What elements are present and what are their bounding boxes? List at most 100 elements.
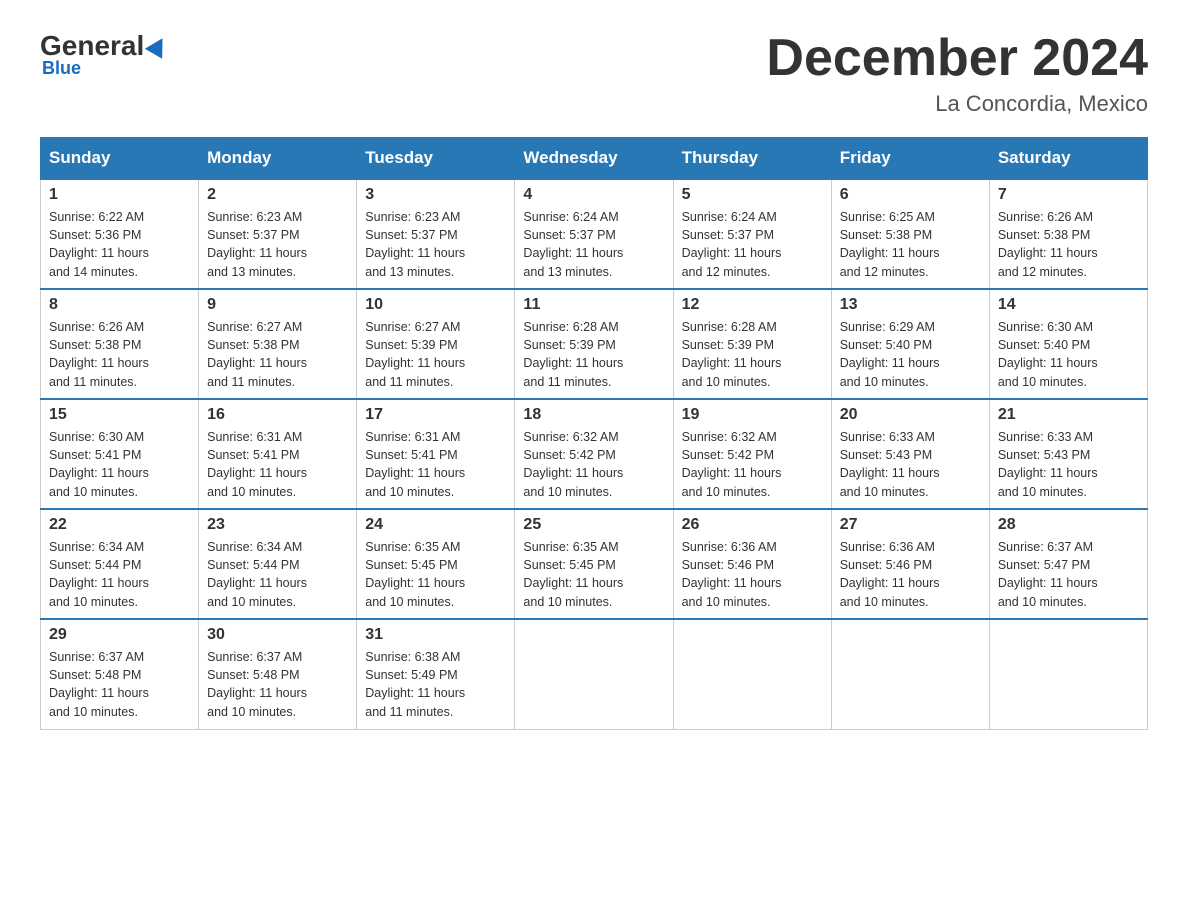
calendar-day-cell: 6 Sunrise: 6:25 AMSunset: 5:38 PMDaylight… [831, 179, 989, 289]
calendar-day-cell: 10 Sunrise: 6:27 AMSunset: 5:39 PMDayligh… [357, 289, 515, 399]
logo-triangle-icon [145, 33, 171, 59]
day-info: Sunrise: 6:32 AMSunset: 5:42 PMDaylight:… [682, 428, 823, 501]
day-info: Sunrise: 6:37 AMSunset: 5:47 PMDaylight:… [998, 538, 1139, 611]
day-info: Sunrise: 6:24 AMSunset: 5:37 PMDaylight:… [523, 208, 664, 281]
day-info: Sunrise: 6:22 AMSunset: 5:36 PMDaylight:… [49, 208, 190, 281]
calendar-header-row: SundayMondayTuesdayWednesdayThursdayFrid… [41, 138, 1148, 180]
day-info: Sunrise: 6:27 AMSunset: 5:38 PMDaylight:… [207, 318, 348, 391]
page-header: General Blue December 2024 La Concordia,… [40, 30, 1148, 117]
calendar-day-cell: 22 Sunrise: 6:34 AMSunset: 5:44 PMDayligh… [41, 509, 199, 619]
col-header-tuesday: Tuesday [357, 138, 515, 180]
day-info: Sunrise: 6:36 AMSunset: 5:46 PMDaylight:… [682, 538, 823, 611]
day-number: 16 [207, 406, 348, 424]
day-number: 24 [365, 516, 506, 534]
calendar-day-cell: 27Sunrise: 6:36 AMSunset: 5:46 PMDayligh… [831, 509, 989, 619]
day-number: 12 [682, 296, 823, 314]
day-info: Sunrise: 6:33 AMSunset: 5:43 PMDaylight:… [998, 428, 1139, 501]
calendar-week-row: 22 Sunrise: 6:34 AMSunset: 5:44 PMDayligh… [41, 509, 1148, 619]
calendar-day-cell: 16 Sunrise: 6:31 AMSunset: 5:41 PMDayligh… [199, 399, 357, 509]
calendar-week-row: 15Sunrise: 6:30 AMSunset: 5:41 PMDayligh… [41, 399, 1148, 509]
col-header-friday: Friday [831, 138, 989, 180]
day-number: 28 [998, 516, 1139, 534]
day-info: Sunrise: 6:25 AMSunset: 5:38 PMDaylight:… [840, 208, 981, 281]
day-number: 19 [682, 406, 823, 424]
day-info: Sunrise: 6:28 AMSunset: 5:39 PMDaylight:… [523, 318, 664, 391]
calendar-day-cell: 7 Sunrise: 6:26 AMSunset: 5:38 PMDaylight… [989, 179, 1147, 289]
day-info: Sunrise: 6:26 AMSunset: 5:38 PMDaylight:… [49, 318, 190, 391]
calendar-subtitle: La Concordia, Mexico [766, 91, 1148, 117]
day-info: Sunrise: 6:36 AMSunset: 5:46 PMDaylight:… [840, 538, 981, 611]
calendar-day-cell: 21 Sunrise: 6:33 AMSunset: 5:43 PMDayligh… [989, 399, 1147, 509]
day-info: Sunrise: 6:34 AMSunset: 5:44 PMDaylight:… [49, 538, 190, 611]
day-info: Sunrise: 6:31 AMSunset: 5:41 PMDaylight:… [365, 428, 506, 501]
calendar-table: SundayMondayTuesdayWednesdayThursdayFrid… [40, 137, 1148, 730]
day-info: Sunrise: 6:23 AMSunset: 5:37 PMDaylight:… [207, 208, 348, 281]
calendar-day-cell: 23 Sunrise: 6:34 AMSunset: 5:44 PMDayligh… [199, 509, 357, 619]
calendar-day-cell: 30Sunrise: 6:37 AMSunset: 5:48 PMDayligh… [199, 619, 357, 729]
day-info: Sunrise: 6:27 AMSunset: 5:39 PMDaylight:… [365, 318, 506, 391]
day-number: 21 [998, 406, 1139, 424]
day-info: Sunrise: 6:23 AMSunset: 5:37 PMDaylight:… [365, 208, 506, 281]
day-info: Sunrise: 6:37 AMSunset: 5:48 PMDaylight:… [207, 648, 348, 721]
day-number: 26 [682, 516, 823, 534]
calendar-day-cell: 28 Sunrise: 6:37 AMSunset: 5:47 PMDayligh… [989, 509, 1147, 619]
day-info: Sunrise: 6:34 AMSunset: 5:44 PMDaylight:… [207, 538, 348, 611]
day-number: 18 [523, 406, 664, 424]
day-number: 23 [207, 516, 348, 534]
day-number: 6 [840, 186, 981, 204]
calendar-day-cell [515, 619, 673, 729]
calendar-day-cell [989, 619, 1147, 729]
calendar-day-cell: 1 Sunrise: 6:22 AMSunset: 5:36 PMDaylight… [41, 179, 199, 289]
day-info: Sunrise: 6:37 AMSunset: 5:48 PMDaylight:… [49, 648, 190, 721]
day-info: Sunrise: 6:29 AMSunset: 5:40 PMDaylight:… [840, 318, 981, 391]
day-number: 1 [49, 186, 190, 204]
day-info: Sunrise: 6:24 AMSunset: 5:37 PMDaylight:… [682, 208, 823, 281]
calendar-day-cell: 20Sunrise: 6:33 AMSunset: 5:43 PMDayligh… [831, 399, 989, 509]
day-info: Sunrise: 6:38 AMSunset: 5:49 PMDaylight:… [365, 648, 506, 721]
col-header-monday: Monday [199, 138, 357, 180]
day-info: Sunrise: 6:26 AMSunset: 5:38 PMDaylight:… [998, 208, 1139, 281]
calendar-day-cell [673, 619, 831, 729]
day-number: 3 [365, 186, 506, 204]
col-header-saturday: Saturday [989, 138, 1147, 180]
day-info: Sunrise: 6:33 AMSunset: 5:43 PMDaylight:… [840, 428, 981, 501]
col-header-thursday: Thursday [673, 138, 831, 180]
calendar-week-row: 8Sunrise: 6:26 AMSunset: 5:38 PMDaylight… [41, 289, 1148, 399]
day-info: Sunrise: 6:28 AMSunset: 5:39 PMDaylight:… [682, 318, 823, 391]
calendar-day-cell: 17Sunrise: 6:31 AMSunset: 5:41 PMDayligh… [357, 399, 515, 509]
day-number: 7 [998, 186, 1139, 204]
day-info: Sunrise: 6:30 AMSunset: 5:40 PMDaylight:… [998, 318, 1139, 391]
day-number: 5 [682, 186, 823, 204]
calendar-day-cell: 2Sunrise: 6:23 AMSunset: 5:37 PMDaylight… [199, 179, 357, 289]
day-number: 10 [365, 296, 506, 314]
day-number: 13 [840, 296, 981, 314]
calendar-day-cell: 9 Sunrise: 6:27 AMSunset: 5:38 PMDaylight… [199, 289, 357, 399]
calendar-week-row: 29Sunrise: 6:37 AMSunset: 5:48 PMDayligh… [41, 619, 1148, 729]
day-number: 25 [523, 516, 664, 534]
calendar-day-cell: 4 Sunrise: 6:24 AMSunset: 5:37 PMDaylight… [515, 179, 673, 289]
day-number: 31 [365, 626, 506, 644]
calendar-day-cell: 8Sunrise: 6:26 AMSunset: 5:38 PMDaylight… [41, 289, 199, 399]
day-info: Sunrise: 6:30 AMSunset: 5:41 PMDaylight:… [49, 428, 190, 501]
day-number: 4 [523, 186, 664, 204]
calendar-day-cell: 11Sunrise: 6:28 AMSunset: 5:39 PMDayligh… [515, 289, 673, 399]
day-number: 14 [998, 296, 1139, 314]
calendar-title: December 2024 [766, 30, 1148, 87]
calendar-day-cell: 12 Sunrise: 6:28 AMSunset: 5:39 PMDayligh… [673, 289, 831, 399]
day-info: Sunrise: 6:31 AMSunset: 5:41 PMDaylight:… [207, 428, 348, 501]
calendar-day-cell: 25 Sunrise: 6:35 AMSunset: 5:45 PMDayligh… [515, 509, 673, 619]
day-number: 22 [49, 516, 190, 534]
logo-blue-text: Blue [42, 58, 81, 79]
day-number: 9 [207, 296, 348, 314]
day-info: Sunrise: 6:32 AMSunset: 5:42 PMDaylight:… [523, 428, 664, 501]
col-header-sunday: Sunday [41, 138, 199, 180]
calendar-day-cell: 18 Sunrise: 6:32 AMSunset: 5:42 PMDayligh… [515, 399, 673, 509]
calendar-day-cell [831, 619, 989, 729]
title-block: December 2024 La Concordia, Mexico [766, 30, 1148, 117]
calendar-day-cell: 26 Sunrise: 6:36 AMSunset: 5:46 PMDayligh… [673, 509, 831, 619]
calendar-day-cell: 31 Sunrise: 6:38 AMSunset: 5:49 PMDayligh… [357, 619, 515, 729]
day-info: Sunrise: 6:35 AMSunset: 5:45 PMDaylight:… [523, 538, 664, 611]
calendar-day-cell: 5 Sunrise: 6:24 AMSunset: 5:37 PMDaylight… [673, 179, 831, 289]
calendar-day-cell: 24 Sunrise: 6:35 AMSunset: 5:45 PMDayligh… [357, 509, 515, 619]
day-info: Sunrise: 6:35 AMSunset: 5:45 PMDaylight:… [365, 538, 506, 611]
